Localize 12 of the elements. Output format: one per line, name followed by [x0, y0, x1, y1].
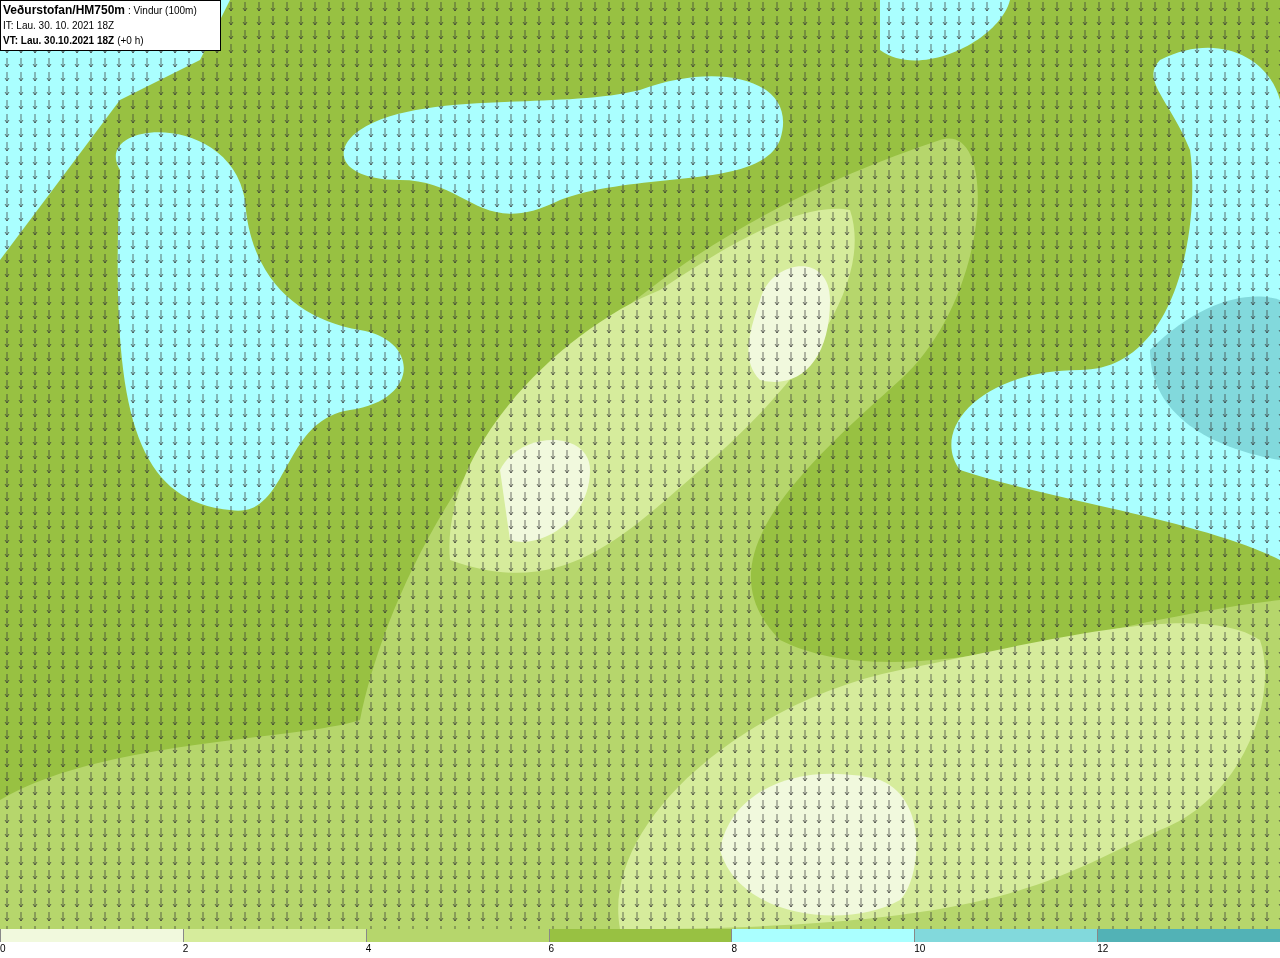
legend-label: 10	[914, 943, 926, 955]
legend-label: 2	[182, 943, 189, 955]
initial-time: IT: Lau. 30. 10. 2021 18Z	[3, 19, 116, 33]
field-name: : Vindur (100m)	[128, 4, 197, 18]
forecast-offset: (+0 h)	[117, 34, 144, 48]
valid-time: VT: Lau. 30.10.2021 18Z	[3, 34, 115, 48]
legend-label: 8	[731, 943, 737, 955]
legend-label: 0	[0, 943, 6, 955]
legend-label: 12	[1097, 943, 1109, 955]
legend-label: 4	[365, 943, 372, 955]
model-title: Veðurstofan/HM750m	[3, 3, 126, 18]
legend-label: 6	[548, 943, 555, 955]
